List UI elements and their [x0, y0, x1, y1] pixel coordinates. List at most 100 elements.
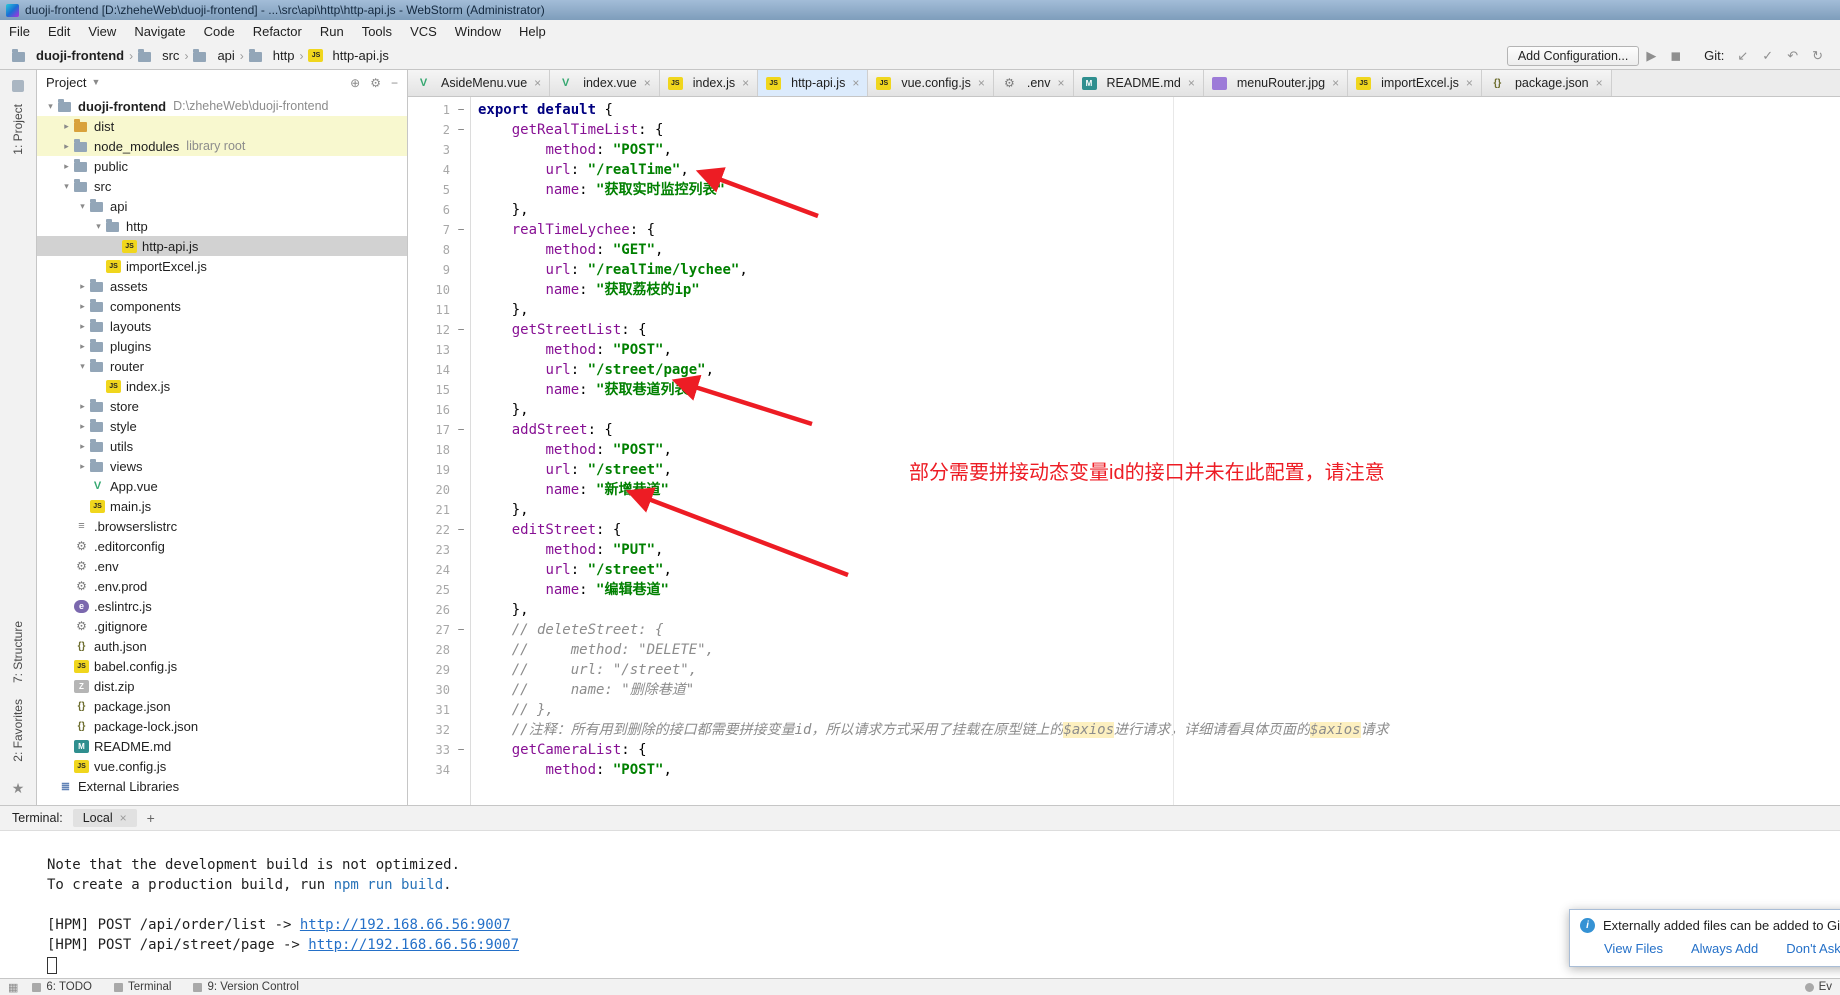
tree-item[interactable]: ⚙.gitignore: [37, 616, 407, 636]
menu-item-edit[interactable]: Edit: [39, 22, 79, 41]
new-terminal-icon[interactable]: +: [147, 810, 155, 826]
tree-item[interactable]: JSbabel.config.js: [37, 656, 407, 676]
fold-icon[interactable]: −: [452, 120, 470, 140]
chevron-right-icon[interactable]: ▸: [75, 321, 90, 332]
status-item-9-version-control[interactable]: 9: Version Control: [193, 981, 298, 993]
tree-item[interactable]: JShttp-api.js: [37, 236, 407, 256]
tree-item[interactable]: JSimportExcel.js: [37, 256, 407, 276]
fold-icon[interactable]: −: [452, 320, 470, 340]
settings-icon[interactable]: ⚙: [370, 76, 381, 90]
tree-item[interactable]: JSindex.js: [37, 376, 407, 396]
stripe-structure-label[interactable]: 7: Structure: [11, 621, 25, 683]
tree-item[interactable]: ≣External Libraries: [37, 776, 407, 796]
close-icon[interactable]: ×: [1466, 76, 1473, 90]
code-line[interactable]: 24 url: "/street",: [408, 560, 1840, 580]
code-line[interactable]: 21 },: [408, 500, 1840, 520]
menu-item-vcs[interactable]: VCS: [401, 22, 446, 41]
tree-item[interactable]: ▾src: [37, 176, 407, 196]
hide-icon[interactable]: −: [391, 76, 398, 90]
star-icon[interactable]: ★: [12, 780, 25, 797]
notification-link-don-t-ask-again[interactable]: Don't Ask Again: [1786, 941, 1840, 956]
status-item-terminal[interactable]: Terminal: [114, 981, 171, 993]
tree-item[interactable]: e.eslintrc.js: [37, 596, 407, 616]
update-project-icon[interactable]: ↙: [1737, 48, 1748, 64]
close-icon[interactable]: ×: [534, 76, 541, 90]
tree-item[interactable]: ▾api: [37, 196, 407, 216]
history-icon[interactable]: ↻: [1812, 48, 1823, 64]
code-line[interactable]: 8 method: "GET",: [408, 240, 1840, 260]
terminal-tab-local[interactable]: Local ×: [73, 809, 137, 827]
chevron-right-icon[interactable]: ▸: [75, 281, 90, 292]
menu-item-navigate[interactable]: Navigate: [125, 22, 194, 41]
breadcrumb-item[interactable]: api: [191, 48, 236, 63]
close-icon[interactable]: ×: [852, 76, 859, 90]
tree-item[interactable]: ▸public: [37, 156, 407, 176]
tree-item[interactable]: ⚙.env: [37, 556, 407, 576]
tree-item[interactable]: MREADME.md: [37, 736, 407, 756]
fold-icon[interactable]: −: [452, 100, 470, 120]
close-icon[interactable]: ×: [978, 76, 985, 90]
code-line[interactable]: 10 name: "获取荔枝的ip": [408, 280, 1840, 300]
tree-item[interactable]: JSmain.js: [37, 496, 407, 516]
tree-item[interactable]: ▸views: [37, 456, 407, 476]
project-stripe-icon[interactable]: [12, 80, 24, 92]
close-icon[interactable]: ×: [120, 811, 127, 825]
tree-item[interactable]: ▾router: [37, 356, 407, 376]
tree-item[interactable]: ▾http: [37, 216, 407, 236]
chevron-right-icon[interactable]: ▸: [75, 441, 90, 452]
editor-tab[interactable]: menuRouter.jpg×: [1204, 70, 1348, 96]
tree-item[interactable]: ▸store: [37, 396, 407, 416]
editor-tab[interactable]: Vindex.vue×: [550, 70, 660, 96]
event-log-item[interactable]: Ev: [1805, 981, 1832, 993]
editor[interactable]: 1−export default {2− getRealTimeList: {3…: [408, 97, 1840, 805]
code-line[interactable]: 27− // deleteStreet: {: [408, 620, 1840, 640]
chevron-down-icon[interactable]: ▾: [43, 101, 58, 112]
tree-item[interactable]: Zdist.zip: [37, 676, 407, 696]
fold-icon[interactable]: −: [452, 220, 470, 240]
chevron-right-icon[interactable]: ▸: [75, 401, 90, 412]
editor-tab[interactable]: MREADME.md×: [1074, 70, 1204, 96]
code-line[interactable]: 6 },: [408, 200, 1840, 220]
code-line[interactable]: 34 method: "POST",: [408, 760, 1840, 780]
code-line[interactable]: 17− addStreet: {: [408, 420, 1840, 440]
chevron-right-icon[interactable]: ▸: [75, 341, 90, 352]
close-icon[interactable]: ×: [644, 76, 651, 90]
rollback-icon[interactable]: ↶: [1787, 48, 1798, 64]
breadcrumb-item[interactable]: http: [247, 48, 297, 63]
tree-item[interactable]: VApp.vue: [37, 476, 407, 496]
close-icon[interactable]: ×: [1188, 76, 1195, 90]
code-line[interactable]: 25 name: "编辑巷道": [408, 580, 1840, 600]
menu-item-view[interactable]: View: [79, 22, 125, 41]
stripe-project-label[interactable]: 1: Project: [11, 104, 25, 155]
menu-item-tools[interactable]: Tools: [353, 22, 401, 41]
fold-icon[interactable]: −: [452, 520, 470, 540]
project-header-label[interactable]: Project: [46, 75, 86, 90]
code-line[interactable]: 11 },: [408, 300, 1840, 320]
breadcrumb-item[interactable]: duoji-frontend: [10, 48, 126, 63]
menu-item-file[interactable]: File: [0, 22, 39, 41]
tree-item[interactable]: ⚙.env.prod: [37, 576, 407, 596]
menu-item-help[interactable]: Help: [510, 22, 555, 41]
code-line[interactable]: 4 url: "/realTime",: [408, 160, 1840, 180]
editor-tab[interactable]: VAsideMenu.vue×: [408, 70, 550, 96]
run-icon[interactable]: ▶: [1646, 48, 1656, 64]
editor-tab[interactable]: JSimportExcel.js×: [1348, 70, 1482, 96]
notification-link-always-add[interactable]: Always Add: [1691, 941, 1758, 956]
code-line[interactable]: 9 url: "/realTime/lychee",: [408, 260, 1840, 280]
tree-item[interactable]: {}package.json: [37, 696, 407, 716]
tree-item[interactable]: ▸utils: [37, 436, 407, 456]
tree-item[interactable]: ▸components: [37, 296, 407, 316]
code-line[interactable]: 28 // method: "DELETE",: [408, 640, 1840, 660]
editor-tab[interactable]: JSindex.js×: [660, 70, 758, 96]
breadcrumb-item[interactable]: JShttp-api.js: [306, 48, 390, 63]
breadcrumb-item[interactable]: src: [136, 48, 181, 63]
terminal-output[interactable]: Note that the development build is not o…: [0, 831, 1840, 978]
tree-item[interactable]: {}package-lock.json: [37, 716, 407, 736]
tree-item[interactable]: ▸layouts: [37, 316, 407, 336]
add-configuration-button[interactable]: Add Configuration...: [1507, 46, 1640, 66]
code-line[interactable]: 5 name: "获取实时监控列表": [408, 180, 1840, 200]
tree-item[interactable]: ▾duoji-frontendD:\zheheWeb\duoji-fronten…: [37, 96, 407, 116]
tree-item[interactable]: ▸node_moduleslibrary root: [37, 136, 407, 156]
editor-tab[interactable]: ⚙.env×: [994, 70, 1074, 96]
chevron-right-icon[interactable]: ▸: [59, 121, 74, 132]
